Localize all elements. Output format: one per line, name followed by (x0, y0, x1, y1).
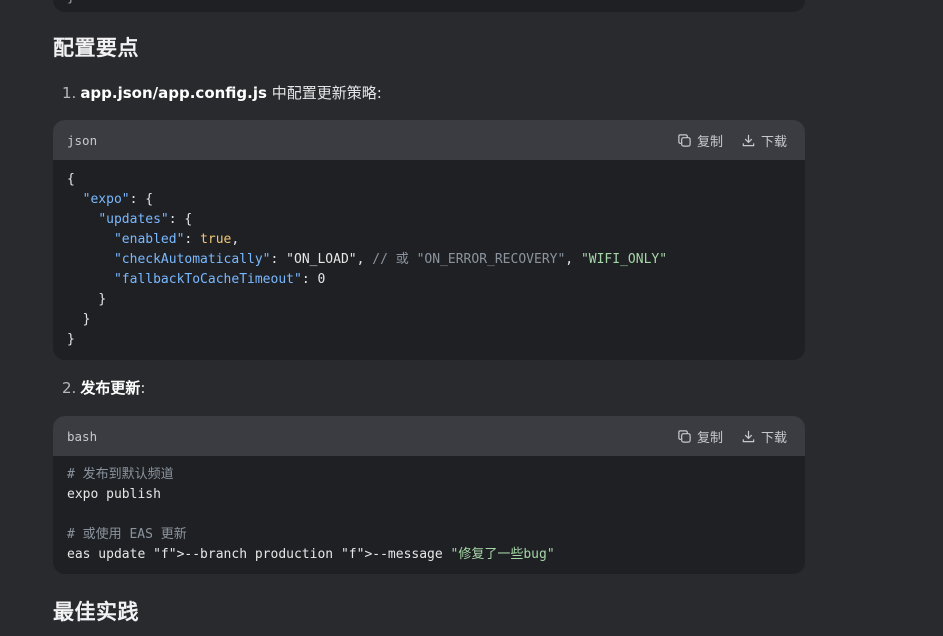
copy-button[interactable]: 复制 (677, 131, 723, 150)
download-button[interactable]: 下载 (741, 427, 787, 446)
step-2-number: 2. (62, 379, 77, 397)
code-language-label: bash (67, 428, 98, 444)
bash-code-block: bash 复制 下载 # 发布到默认频道expo publish​# 或使用 (53, 416, 805, 574)
code-line: } (67, 330, 791, 350)
download-button[interactable]: 下载 (741, 131, 787, 150)
chat-content: } 配置要点 1.app.json/app.config.js 中配置更新策略:… (0, 0, 943, 636)
previous-code-block: } (53, 0, 805, 12)
best-practice-heading: 最佳实践 (53, 600, 139, 624)
step-2-bold: 发布更新 (80, 379, 141, 397)
code-line-text: } (98, 292, 107, 307)
code-line: # 或使用 EAS 更新 (67, 525, 791, 545)
code-line: # 发布到默认频道 (67, 465, 791, 485)
code-language-label: json (67, 132, 98, 148)
step-1-text: 中配置更新策略: (266, 84, 382, 102)
download-label: 下载 (760, 430, 787, 446)
code-line-text: eas update "f">--branch production "f">-… (67, 547, 555, 562)
code-line-text: "enabled": true, (113, 232, 240, 247)
code-line-text: "updates": { (98, 212, 193, 227)
code-line: "updates": { (67, 210, 791, 230)
config-heading: 配置要点 (53, 36, 139, 60)
download-label: 下载 (760, 134, 787, 150)
step-2: 2. 发布更新: (62, 377, 145, 398)
code-line: "fallbackToCacheTimeout": 0 (67, 270, 791, 290)
code-line-text: "expo": { (82, 192, 154, 207)
copy-icon (678, 429, 691, 443)
code-line: ​ (67, 505, 791, 525)
code-line: "expo": { (67, 190, 791, 210)
code-line-text: } (67, 332, 75, 347)
code-line: eas update "f">--branch production "f">-… (67, 545, 791, 565)
step-1-bold: app.json/app.config.js (80, 84, 267, 102)
code-line-text: } (82, 312, 91, 327)
code-line-text: # 或使用 EAS 更新 (67, 527, 187, 542)
download-icon (742, 430, 755, 442)
copy-label: 复制 (696, 134, 723, 150)
code-line-text: expo publish (67, 487, 161, 502)
code-line: } (67, 290, 791, 310)
code-line: { (67, 172, 75, 187)
code-line-text: "fallbackToCacheTimeout": 0 (113, 272, 326, 287)
code-line: "checkAutomatically": "ON_LOAD", // 或 "O… (67, 250, 791, 270)
copy-icon (678, 133, 691, 147)
step-1-number: 1. (62, 84, 77, 102)
code-line: } (67, 310, 791, 330)
download-icon (742, 134, 755, 146)
bash-code-content: # 发布到默认频道 expo publish ​ # 或使用 EAS 更新 eas up… (53, 456, 805, 574)
code-header: bash 复制 下载 (53, 416, 805, 456)
code-line: "enabled": true, (67, 230, 791, 250)
code-header: json 复制 下载 (53, 120, 805, 160)
json-code-content: { "expo": { "updates": { "enabled": true… (53, 160, 805, 360)
copy-label: 复制 (696, 430, 723, 446)
step-2-text: : (140, 379, 146, 397)
code-line-text: # 发布到默认频道 (67, 467, 174, 482)
json-code-block: json 复制 下载 { "expo": { "updates": {"ena… (53, 120, 805, 360)
code-line: expo publish (67, 485, 791, 505)
code-line-text: "checkAutomatically": "ON_LOAD", // 或 "O… (113, 252, 668, 267)
copy-button[interactable]: 复制 (677, 427, 723, 446)
previous-code-trailing: } (67, 0, 75, 5)
step-1: 1. app.json/app.config.js 中配置更新策略: (62, 82, 382, 103)
